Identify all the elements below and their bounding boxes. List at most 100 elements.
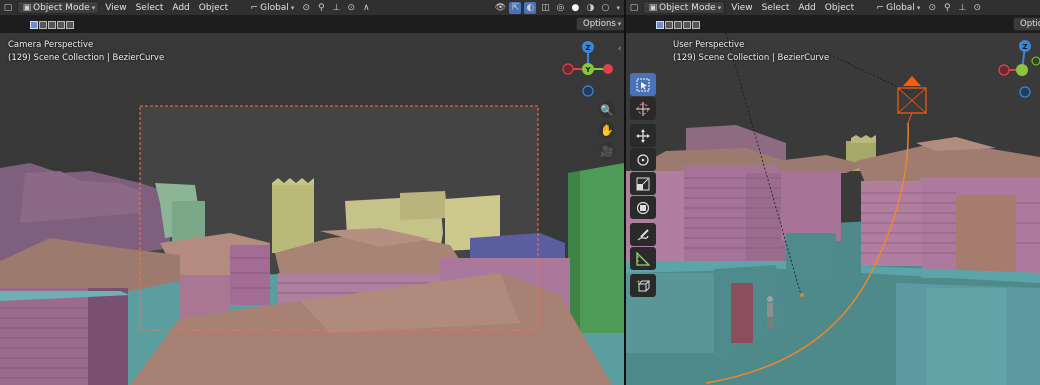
view-name-label: User Perspective — [673, 40, 745, 50]
z-axis-negative-icon — [582, 85, 594, 97]
select-invert-icon[interactable] — [683, 20, 691, 29]
y-axis-icon — [1016, 64, 1028, 76]
chevron-down-icon: ▾ — [717, 3, 722, 12]
annotate-icon — [637, 228, 649, 240]
wireframe-shading-icon[interactable]: ◎ — [554, 2, 566, 14]
solid-shading-icon[interactable]: ● — [569, 2, 581, 14]
select-extend-icon[interactable] — [665, 20, 673, 29]
transform-orientation-icon: ⌐ — [250, 2, 258, 13]
gizmo-toggle-icon[interactable]: ⇱ — [509, 1, 522, 14]
rotate-icon — [637, 153, 649, 166]
navigation-gizmo[interactable]: Y Z — [556, 39, 620, 101]
orientation-dropdown[interactable]: ⌐ Global ▾ — [871, 1, 923, 14]
chevron-down-icon: ▾ — [290, 3, 295, 12]
select-new-icon[interactable] — [30, 20, 38, 29]
collection-info-label: (129) Scene Collection | BezierCurve — [8, 53, 165, 63]
proportional-edit-icon[interactable]: ⊙ — [345, 2, 357, 14]
options-dropdown[interactable]: Optio — [1013, 17, 1040, 31]
editor-type-icon[interactable]: ▢ — [2, 2, 14, 14]
rendered-shading-icon[interactable]: ○ — [599, 2, 611, 14]
svg-text:Z: Z — [585, 44, 590, 52]
svg-text:Z: Z — [1022, 43, 1027, 51]
view-name-label: Camera Perspective — [8, 40, 94, 50]
shading-options-icon[interactable]: ▾ — [616, 4, 620, 12]
select-intersect-icon[interactable] — [692, 20, 700, 29]
menu-select[interactable]: Select — [133, 1, 167, 14]
transform-tool[interactable] — [630, 196, 656, 219]
proportional-edit-icon[interactable]: ⊙ — [971, 2, 983, 14]
select-extend-icon[interactable] — [39, 20, 47, 29]
move-tool[interactable] — [630, 124, 656, 147]
navigation-gizmo[interactable]: Z — [996, 39, 1040, 101]
select-intersect-icon[interactable] — [66, 20, 74, 29]
select-invert-icon[interactable] — [57, 20, 65, 29]
scale-icon — [636, 177, 650, 190]
selection-mode-bar — [626, 16, 700, 33]
user-scene-render — [626, 33, 1040, 385]
measure-icon — [636, 251, 650, 266]
cursor-tool[interactable] — [630, 97, 656, 120]
right-viewport-pane: User Perspective (129) Scene Collection … — [626, 0, 1040, 385]
menu-add[interactable]: Add — [795, 1, 818, 14]
move-icon — [636, 128, 650, 143]
camera-scene-render — [0, 33, 624, 385]
menu-select[interactable]: Select — [759, 1, 793, 14]
menu-add[interactable]: Add — [169, 1, 192, 14]
snap-icon[interactable]: ⚲ — [941, 2, 953, 14]
mode-dropdown[interactable]: ▣ Object Mode ▾ — [643, 1, 726, 14]
snap-settings-icon[interactable]: ⊥ — [330, 2, 342, 14]
menu-view[interactable]: View — [728, 1, 755, 14]
select-box-tool[interactable] — [630, 73, 656, 96]
selection-mode-bar — [0, 16, 74, 33]
left-viewport-pane: Camera Perspective (129) Scene Collectio… — [0, 0, 624, 385]
select-subtract-icon[interactable] — [674, 20, 682, 29]
snap-icon[interactable]: ⚲ — [315, 2, 327, 14]
hand-pan-icon[interactable]: ✋ — [599, 122, 615, 138]
material-shading-icon[interactable]: ◑ — [584, 2, 596, 14]
z-axis-negative-icon — [1019, 86, 1031, 98]
x-axis-icon — [603, 64, 613, 74]
tool-shelf: + — [630, 73, 656, 297]
user-viewport[interactable]: User Perspective (129) Scene Collection … — [626, 33, 1040, 385]
visibility-icon[interactable]: 👁 — [494, 2, 506, 14]
snap-settings-icon[interactable]: ⊥ — [956, 2, 968, 14]
pivot-point-icon[interactable]: ⊙ — [926, 2, 938, 14]
x-axis-negative-icon — [998, 64, 1010, 76]
camera-view-icon[interactable]: 🎥 — [599, 143, 615, 159]
y-axis-negative-icon — [1031, 56, 1040, 66]
scale-tool[interactable] — [630, 172, 656, 195]
object-mode-icon: ▣ — [22, 2, 32, 13]
menu-object[interactable]: Object — [196, 1, 231, 14]
menu-view[interactable]: View — [102, 1, 129, 14]
orientation-dropdown[interactable]: ⌐ Global ▾ — [245, 1, 297, 14]
rotate-tool[interactable] — [630, 148, 656, 171]
zoom-icon[interactable]: 🔍 — [599, 102, 615, 118]
xray-icon[interactable]: ◫ — [539, 2, 551, 14]
x-axis-negative-icon — [562, 63, 574, 75]
overlays-icon[interactable]: ◐ — [524, 1, 537, 14]
svg-text:Y: Y — [584, 66, 591, 74]
chevron-down-icon: ▾ — [91, 3, 96, 12]
collection-info-label: (129) Scene Collection | BezierCurve — [673, 53, 830, 63]
add-cube-tool[interactable]: + — [630, 274, 656, 297]
pivot-point-icon[interactable]: ⊙ — [300, 2, 312, 14]
falloff-icon[interactable]: ∧ — [360, 2, 372, 14]
chevron-down-icon: ▾ — [916, 3, 921, 12]
transform-orientation-icon: ⌐ — [876, 2, 884, 13]
svg-text:+: + — [636, 279, 641, 286]
cursor-icon — [636, 101, 650, 116]
select-subtract-icon[interactable] — [48, 20, 56, 29]
menu-object[interactable]: Object — [822, 1, 857, 14]
select-new-icon[interactable] — [656, 20, 664, 29]
chevron-down-icon: ▾ — [617, 20, 622, 28]
right-viewport-header: ▢ ▣ Object Mode ▾ View Select Add Object… — [626, 0, 1040, 15]
options-dropdown[interactable]: Options ▾ — [576, 17, 624, 31]
editor-type-icon[interactable]: ▢ — [628, 2, 640, 14]
measure-tool[interactable] — [630, 247, 656, 270]
left-viewport-header: ▢ ▣ Object Mode ▾ View Select Add Object… — [0, 0, 624, 15]
mode-dropdown[interactable]: ▣ Object Mode ▾ — [17, 1, 100, 14]
select-box-icon — [636, 78, 650, 91]
annotate-tool[interactable] — [630, 223, 656, 246]
sidebar-toggle-icon[interactable]: ‹ — [618, 44, 622, 54]
camera-viewport[interactable]: Camera Perspective (129) Scene Collectio… — [0, 33, 624, 385]
